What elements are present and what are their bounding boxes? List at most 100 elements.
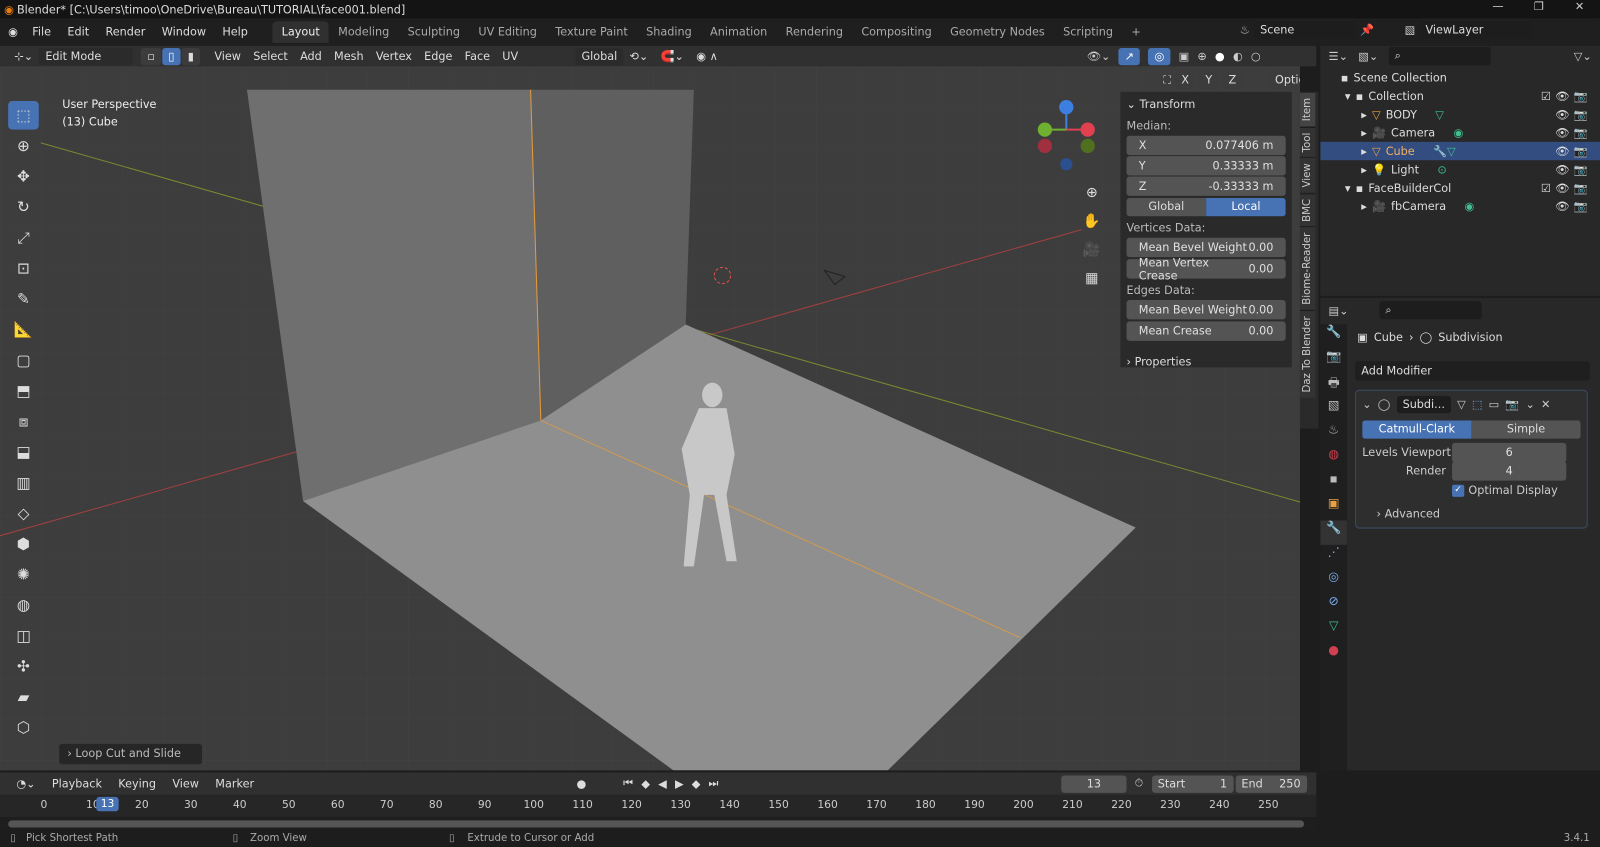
tab-scripting[interactable]: Scripting — [1054, 21, 1122, 42]
prev-keyframe-icon[interactable]: ◆ — [641, 777, 650, 790]
tab-bmc[interactable]: BMC — [1299, 192, 1316, 227]
menu-select[interactable]: Select — [247, 49, 294, 62]
tab-geometry-nodes[interactable]: Geometry Nodes — [941, 21, 1054, 42]
tab-rendering[interactable]: Rendering — [776, 21, 852, 42]
transform-orientation-dropdown[interactable]: Global — [575, 47, 624, 65]
proportional-edit-icon[interactable]: ◉ ∧ — [690, 49, 724, 62]
mirror-z-toggle[interactable]: Z — [1222, 71, 1243, 89]
cage-toggle-icon[interactable]: ⬚ — [1472, 397, 1483, 410]
tab-compositing[interactable]: Compositing — [852, 21, 941, 42]
editor-type-icon[interactable]: ⊹⌄ — [8, 49, 39, 62]
material-props-icon[interactable]: ● — [1320, 643, 1347, 667]
render-levels-field[interactable]: 4 — [1452, 460, 1567, 481]
smooth-tool-icon[interactable]: ◍ — [8, 591, 39, 620]
face-select-icon[interactable]: ▮ — [181, 47, 201, 65]
modifier-props-icon[interactable]: 🔧 — [1320, 520, 1347, 545]
vertex-crease-field[interactable]: Mean Vertex Crease 0.00 — [1126, 256, 1286, 282]
move-tool-icon[interactable]: ✥ — [8, 162, 39, 191]
tab-tool[interactable]: Tool — [1299, 126, 1316, 158]
maximize-button[interactable]: ❐ — [1518, 0, 1559, 13]
pivot-icon[interactable]: ⟲⌄ — [623, 49, 654, 62]
menu-face[interactable]: Face — [459, 49, 497, 62]
modifier-menu-icon[interactable]: ⌄ — [1525, 397, 1534, 410]
tab-layout[interactable]: Layout — [272, 21, 329, 43]
outliner-row-cube[interactable]: ▸ ▽ Cube 🔧 ▽ 👁 📷 — [1320, 141, 1600, 161]
camera-render-icon[interactable]: 📷 — [1574, 89, 1588, 102]
gizmo-icon[interactable]: ↗ — [1118, 47, 1141, 65]
add-modifier-dropdown[interactable]: Add Modifier — [1355, 361, 1590, 381]
menu-add[interactable]: Add — [294, 49, 328, 62]
physics-props-icon[interactable]: ◎ — [1320, 569, 1347, 593]
render-toggle-icon[interactable]: 📷 — [1505, 397, 1519, 410]
snap-icon[interactable]: 🧲⌄ — [654, 49, 690, 62]
timeline-scrollbar[interactable] — [0, 817, 1317, 830]
extrude-tool-icon[interactable]: ⬒ — [8, 377, 39, 406]
annotate-tool-icon[interactable]: ✎ — [8, 285, 39, 314]
play-reverse-icon[interactable]: ◀ — [658, 777, 667, 790]
levels-viewport-field[interactable]: 6 — [1452, 442, 1567, 462]
menu-render[interactable]: Render — [97, 26, 153, 39]
modifier-name-field[interactable]: Subdi... — [1396, 395, 1452, 413]
catmull-clark-toggle[interactable]: Catmull-Clark — [1362, 420, 1472, 439]
advanced-subpanel[interactable]: › Advanced — [1377, 507, 1581, 520]
tab-uv-editing[interactable]: UV Editing — [469, 21, 546, 42]
menu-mesh[interactable]: Mesh — [328, 49, 370, 62]
overlay-icon[interactable]: ◎ — [1148, 47, 1171, 65]
output-props-icon[interactable]: 🖶 — [1320, 373, 1347, 397]
median-x-field[interactable]: X 0.077406 m — [1126, 135, 1286, 156]
simple-toggle[interactable]: Simple — [1471, 420, 1581, 439]
edge-crease-field[interactable]: Mean Crease 0.00 — [1126, 321, 1286, 341]
blender-menu-icon[interactable]: ◉ — [8, 26, 18, 39]
menu-window[interactable]: Window — [154, 26, 215, 39]
median-z-field[interactable]: Z -0.33333 m — [1126, 176, 1286, 196]
transform-tool-icon[interactable]: ⊡ — [8, 254, 39, 283]
knife-tool-icon[interactable]: ◇ — [8, 499, 39, 528]
tab-view[interactable]: View — [1299, 157, 1316, 193]
playback-menu[interactable]: Playback — [44, 777, 110, 790]
shading-material-icon[interactable]: ◐ — [1233, 49, 1243, 62]
tab-sculpting[interactable]: Sculpting — [398, 21, 469, 42]
timeline-view-menu[interactable]: View — [164, 777, 207, 790]
median-y-field[interactable]: Y 0.33333 m — [1126, 156, 1286, 176]
particles-props-icon[interactable]: ⋰ — [1320, 545, 1347, 569]
options-dropdown[interactable]: Options — [1268, 71, 1300, 89]
outliner-row-fbcamera[interactable]: ▸ 🎥 fbCamera ◉ 👁 📷 — [1320, 197, 1600, 215]
keying-menu[interactable]: Keying — [110, 777, 164, 790]
ortho-grid-icon[interactable]: ▦ — [1080, 264, 1104, 293]
world-props-icon[interactable]: ◍ — [1320, 447, 1347, 471]
outliner-row-camera[interactable]: ▸ 🎥 Camera ◉ 👁 📷 — [1320, 123, 1600, 141]
menu-file[interactable]: File — [24, 26, 59, 39]
view-layer-props-icon[interactable]: ▧ — [1320, 398, 1347, 422]
record-icon[interactable]: ● — [577, 777, 587, 790]
outliner-row-collection[interactable]: ▾ ▪ Collection ☑ 👁 📷 — [1320, 87, 1600, 105]
menu-uv[interactable]: UV — [496, 49, 524, 62]
tab-animation[interactable]: Animation — [701, 21, 777, 42]
collapse-icon[interactable]: ⌄ — [1362, 397, 1371, 410]
edge-bevel-weight-field[interactable]: Mean Bevel Weight 0.00 — [1126, 299, 1286, 320]
scale-tool-icon[interactable]: ⤢ — [8, 223, 39, 252]
add-workspace-button[interactable]: + — [1122, 21, 1150, 42]
inset-tool-icon[interactable]: ⧈ — [8, 407, 39, 436]
tab-daz-to-blender[interactable]: Daz To Blender — [1299, 310, 1316, 398]
vertex-bevel-weight-field[interactable]: Mean Bevel Weight 0.00 — [1126, 237, 1286, 258]
menu-edge[interactable]: Edge — [418, 49, 458, 62]
global-toggle[interactable]: Global — [1126, 197, 1207, 217]
render-props-icon[interactable]: 📷 — [1320, 349, 1347, 373]
outliner-row-body[interactable]: ▸ ▽ BODY ▽ 👁 📷 — [1320, 105, 1600, 123]
view-layer-selector[interactable]: ViewLayer — [1419, 21, 1532, 39]
menu-view[interactable]: View — [208, 49, 247, 62]
tab-texture-paint[interactable]: Texture Paint — [546, 21, 637, 42]
tab-shading[interactable]: Shading — [637, 21, 701, 42]
jump-end-icon[interactable]: ⏭ — [709, 777, 719, 791]
add-cube-tool-icon[interactable]: ▢ — [8, 346, 39, 375]
3d-viewport[interactable]: User Perspective (13) Cube › Loop Cut an… — [0, 66, 1300, 771]
rotate-tool-icon[interactable]: ↻ — [8, 193, 39, 222]
properties-search-input[interactable]: ⌕ — [1379, 301, 1482, 320]
scene-collection-row[interactable]: ▪ Scene Collection — [1320, 68, 1600, 86]
start-frame-field[interactable]: Start 1 — [1151, 774, 1234, 793]
scene-selector[interactable]: Scene — [1253, 21, 1356, 39]
collection-props-icon[interactable]: ▪ — [1320, 471, 1347, 495]
marker-menu[interactable]: Marker — [207, 777, 262, 790]
stopwatch-icon[interactable]: ⏱ — [1135, 777, 1144, 791]
outliner-row-facebuildercol[interactable]: ▾ ▪ FaceBuilderCol ☑ 👁 📷 — [1320, 179, 1600, 197]
